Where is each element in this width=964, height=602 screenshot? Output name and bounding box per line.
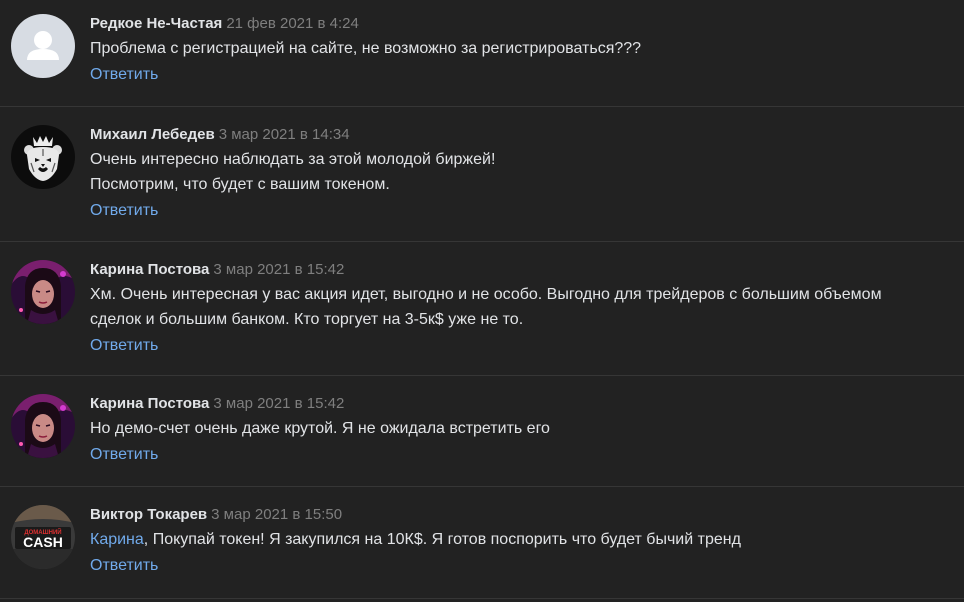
comment-text: Но демо-счет очень даже крутой. Я не ожи… [90,416,954,441]
comment-text-line: Карина, Покупай токен! Я закупился на 10… [90,527,954,552]
portrait-photo-icon [11,394,75,458]
avatar[interactable]: ДОМАШНИЙ CASH [11,505,75,569]
author-name[interactable]: Виктор Токарев [90,506,207,523]
comment-header: Редкое Не-Частая 21 фев 2021 в 4:24 [90,14,954,34]
comment-header: Виктор Токарев 3 мар 2021 в 15:50 [90,505,954,525]
comment-date[interactable]: 3 мар 2021 в 15:42 [213,261,344,278]
avatar[interactable] [11,14,75,78]
crowned-bear-icon [11,125,75,189]
comment-header: Карина Постова 3 мар 2021 в 15:42 [90,260,954,280]
portrait-photo-icon [11,260,75,324]
comment-body: Михаил Лебедев 3 мар 2021 в 14:34 Очень и… [90,125,954,221]
comment-item: Карина Постова 3 мар 2021 в 15:42 Но демо… [0,376,964,487]
reply-button[interactable]: Ответить [90,556,158,576]
comment-text: Карина, Покупай токен! Я закупился на 10… [90,527,954,552]
comments-list: Редкое Не-Частая 21 фев 2021 в 4:24 Пробл… [0,0,964,602]
comment-text-line: Но демо-счет очень даже крутой. Я не ожи… [90,420,550,437]
author-name[interactable]: Михаил Лебедев [90,126,215,143]
cash-logo-icon: ДОМАШНИЙ CASH [11,505,75,569]
reply-button[interactable]: Ответить [90,201,158,221]
comment-text-line: Проблема с регистрацией на сайте, не воз… [90,40,642,57]
mention-link[interactable]: Карина [90,531,144,548]
comment-text-line: сделок и большим банком. Кто торгует на … [90,311,524,328]
reply-button[interactable]: Ответить [90,336,158,356]
comment-item: ДОМАШНИЙ CASH Виктор Токарев 3 мар 2021 в… [0,487,964,599]
comment-text: Проблема с регистрацией на сайте, не воз… [90,36,954,61]
comment-date[interactable]: 3 мар 2021 в 15:50 [211,506,342,523]
logo-main-text: CASH [23,534,63,550]
comment-body: Карина Постова 3 мар 2021 в 15:42 Но демо… [90,394,954,465]
reply-button[interactable]: Ответить [90,445,158,465]
avatar[interactable] [11,260,75,324]
comment-text-fragment: , Покупай токен! Я закупился на 10К$. Я … [143,531,741,548]
comment-item: Редкое Не-Частая 21 фев 2021 в 4:24 Пробл… [0,0,964,107]
default-user-icon [11,14,75,78]
comment-text-line: Хм. Очень интересная у вас акция идет, в… [90,286,882,303]
comment-item: Карина Постова 3 мар 2021 в 15:42 Хм. Оче… [0,242,964,376]
comment-body: Карина Постова 3 мар 2021 в 15:42 Хм. Оче… [90,260,954,356]
comment-text: Хм. Очень интересная у вас акция идет, в… [90,282,954,332]
comment-header: Михаил Лебедев 3 мар 2021 в 14:34 [90,125,954,145]
comment-header: Карина Постова 3 мар 2021 в 15:42 [90,394,954,414]
avatar[interactable] [11,394,75,458]
comment-text-line: Очень интересно наблюдать за этой молодо… [90,151,496,168]
comment-item: Михаил Лебедев 3 мар 2021 в 14:34 Очень и… [0,107,964,242]
author-name[interactable]: Карина Постова [90,395,209,412]
comment-text: Очень интересно наблюдать за этой молодо… [90,147,954,197]
reply-button[interactable]: Ответить [90,65,158,85]
comment-body: Редкое Не-Частая 21 фев 2021 в 4:24 Пробл… [90,14,954,85]
comment-text-line: Посмотрим, что будет с вашим токеном. [90,176,390,193]
avatar[interactable] [11,125,75,189]
comment-date[interactable]: 3 мар 2021 в 15:42 [213,395,344,412]
author-name[interactable]: Карина Постова [90,261,209,278]
comment-date[interactable]: 21 фев 2021 в 4:24 [226,15,359,32]
comment-body: Виктор Токарев 3 мар 2021 в 15:50 Карина,… [90,505,954,576]
comment-date[interactable]: 3 мар 2021 в 14:34 [219,126,350,143]
author-name[interactable]: Редкое Не-Частая [90,15,222,32]
